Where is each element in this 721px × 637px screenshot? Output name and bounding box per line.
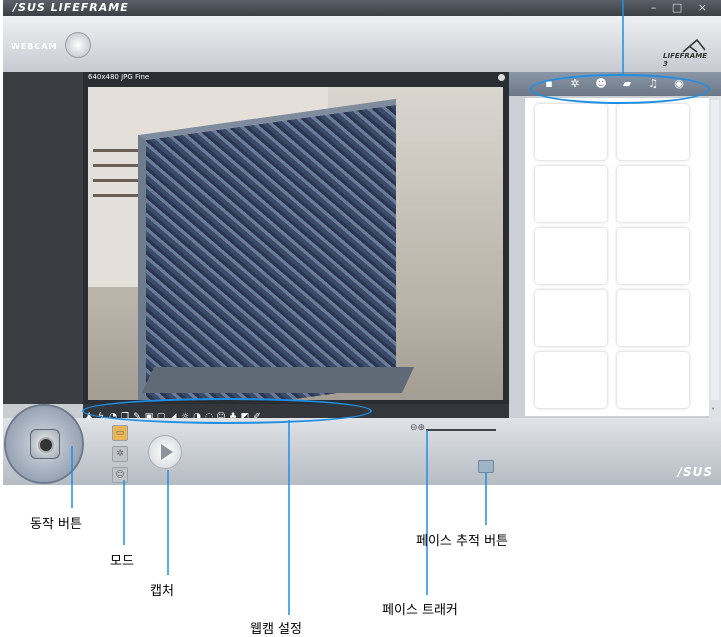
title-bar: /SUS LIFEFRAME – □ × xyxy=(3,0,721,16)
webcam-preview-image xyxy=(88,87,503,400)
face-tracker-slider[interactable]: ⊖⊕ xyxy=(410,423,500,434)
thumbnail-slot[interactable] xyxy=(535,290,607,346)
left-panel xyxy=(3,72,83,404)
sculpture-base xyxy=(141,367,415,393)
resolution-label: 640x480 JPG Fine xyxy=(88,73,150,81)
capture-button[interactable] xyxy=(148,435,182,469)
thumbnail-slot[interactable] xyxy=(535,352,607,408)
header-bar: WEBCAM LIFEFRAME 3 xyxy=(3,16,721,72)
face-tracking-button[interactable] xyxy=(478,460,494,473)
face-mode-icon[interactable]: ☺ xyxy=(112,467,128,483)
bottom-control-bar: /SUS xyxy=(3,418,721,485)
webcam-viewport: 640x480 JPG Fine xyxy=(83,72,509,404)
thumbnail-slot[interactable] xyxy=(617,352,689,408)
viewport-options-icon[interactable] xyxy=(498,74,505,81)
thumbnail-slot[interactable] xyxy=(617,104,689,160)
asus-logo: /SUS xyxy=(677,465,713,479)
toolbar-highlight-ellipse xyxy=(82,398,372,424)
thumbnail-slot[interactable] xyxy=(617,166,689,222)
app-title: /SUS LIFEFRAME xyxy=(13,1,129,14)
capture-annotation: 캡처 xyxy=(150,584,174,599)
zoom-icon: ⊖⊕ xyxy=(410,423,426,433)
slider-track[interactable] xyxy=(426,429,496,431)
window-controls[interactable]: – □ × xyxy=(651,1,713,14)
webcam-toggle-button[interactable] xyxy=(65,32,91,58)
thumbnail-slot[interactable] xyxy=(617,228,689,284)
mode-selector: ▭ ✲ ☺ xyxy=(112,423,130,483)
action-button-annotation: 동작 버튼 xyxy=(30,517,82,532)
settings-mode-icon[interactable]: ✲ xyxy=(112,446,128,462)
action-wheel[interactable] xyxy=(4,404,84,484)
face-tracker-annotation: 페이스 트래커 xyxy=(382,603,458,618)
thumbnail-slot[interactable] xyxy=(535,104,607,160)
webcam-label: WEBCAM xyxy=(11,42,58,51)
thumbnail-slot[interactable] xyxy=(535,228,607,284)
gallery-scrollbar[interactable]: ˅ xyxy=(709,96,721,418)
face-tracking-button-annotation: 페이스 추적 버튼 xyxy=(416,534,508,549)
thumbnail-slot[interactable] xyxy=(535,166,607,222)
camera-action-icon[interactable] xyxy=(30,429,60,459)
thumbnail-gallery xyxy=(525,98,711,416)
scroll-down-arrow-icon[interactable]: ˅ xyxy=(711,407,715,416)
lifeframe-logo-text: LIFEFRAME 3 xyxy=(663,52,707,68)
tabs-highlight-ellipse xyxy=(530,74,710,104)
right-panel: ▪ ✲ ☻ ▰ ♫ ◉ ˅ xyxy=(509,72,721,418)
lifeframe-logo: LIFEFRAME 3 xyxy=(663,38,713,68)
webcam-settings-annotation: 웹캠 설정 xyxy=(250,622,302,637)
mosaic-sculpture xyxy=(138,98,396,400)
photo-mode-icon[interactable]: ▭ xyxy=(112,425,128,441)
thumbnail-slot[interactable] xyxy=(617,290,689,346)
mode-annotation: 모드 xyxy=(110,554,134,569)
scrollbar-thumb[interactable] xyxy=(711,100,719,400)
